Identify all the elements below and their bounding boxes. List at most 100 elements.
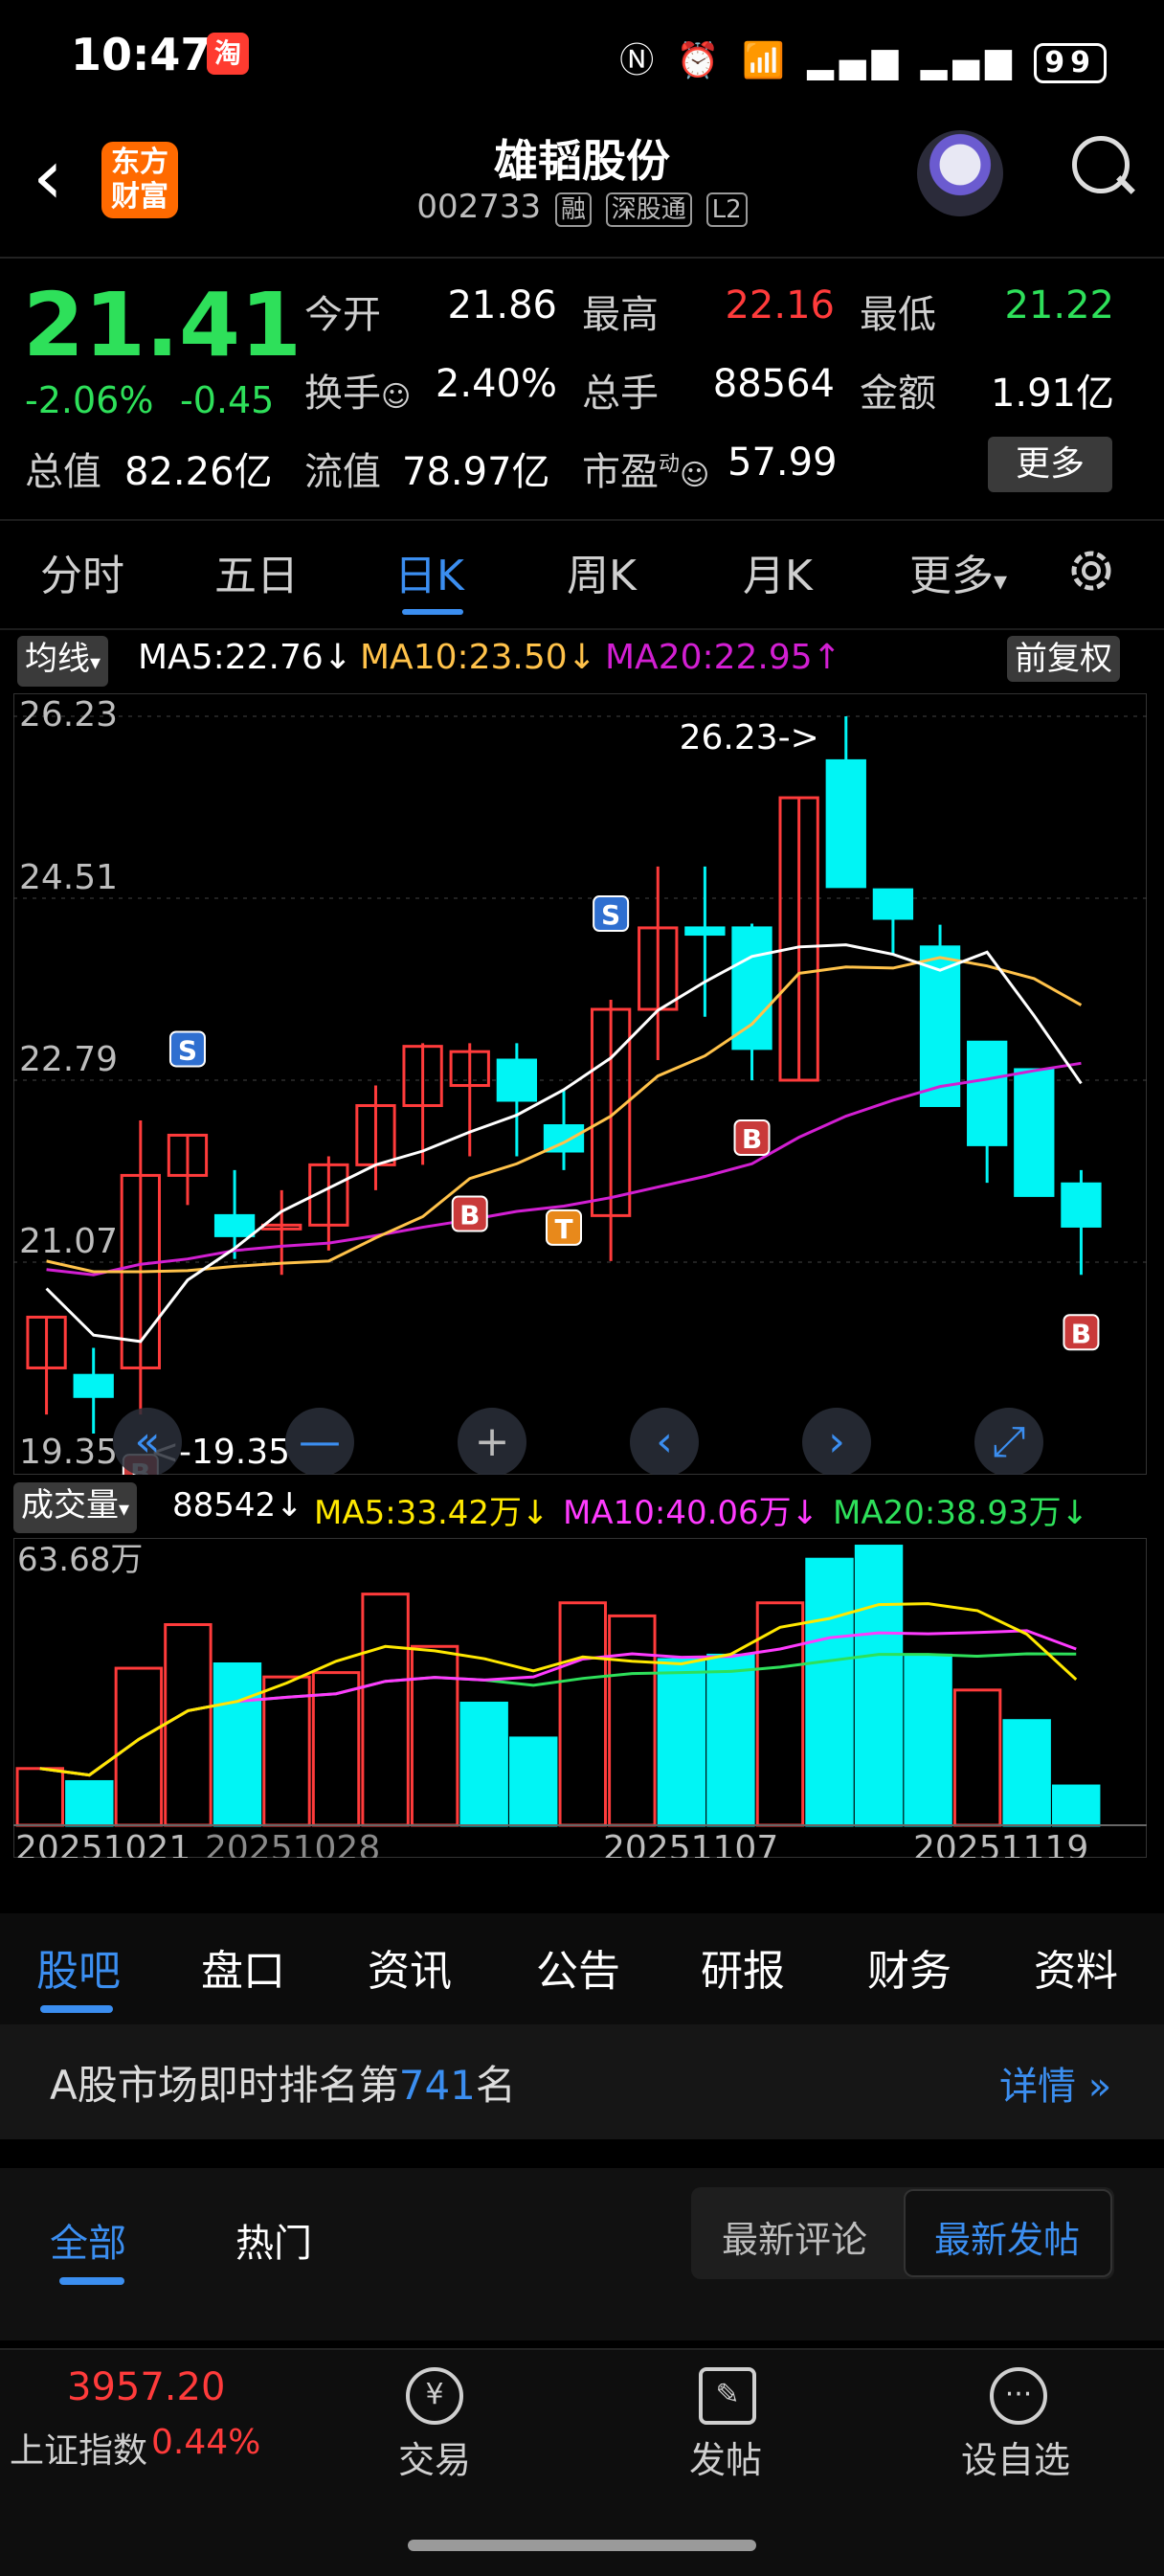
divider: [0, 519, 1164, 521]
tab-research[interactable]: 研报: [701, 1936, 785, 1998]
volume-bar: [608, 1614, 657, 1827]
tab-finance[interactable]: 财务: [867, 1936, 951, 1998]
zoom-out-icon[interactable]: —: [285, 1408, 354, 1475]
pe-label: 市盈动☺: [582, 450, 710, 494]
tab-orderbook[interactable]: 盘口: [201, 1936, 285, 1998]
volume-chart[interactable]: 63.68万 20251021 20251028 20251107 20251119: [13, 1538, 1147, 1858]
tab-intraday[interactable]: 分时: [40, 541, 124, 602]
pe-value: 57.99: [728, 441, 838, 485]
more-dots-icon[interactable]: ···: [990, 2367, 1047, 2425]
tag-l2: L2: [705, 192, 748, 227]
volume-bar: [1052, 1784, 1101, 1827]
candle-body: [731, 926, 772, 1051]
change-amount: -0.45: [180, 379, 275, 421]
tab-announcements[interactable]: 公告: [536, 1936, 620, 1998]
signal-marker-text: B: [1071, 1318, 1091, 1349]
tab-daily-k[interactable]: 日K: [394, 541, 464, 602]
feed-tab-underline: [59, 2277, 124, 2285]
signal-marker: B: [1063, 1314, 1100, 1351]
trade-label[interactable]: 交易: [398, 2430, 471, 2483]
next-icon-glyph: ›: [828, 1417, 845, 1466]
y-axis-label: 22.79: [19, 1040, 118, 1079]
candle-body: [1014, 1068, 1055, 1197]
watchlist-label[interactable]: 设自选: [961, 2430, 1070, 2483]
rank-text: A股市场即时排名第741名: [50, 2062, 516, 2109]
sort-latest-comment[interactable]: 最新评论: [722, 2210, 867, 2263]
volume-current: 88542↓: [172, 1486, 303, 1525]
index-name: 上证指数: [10, 2431, 148, 2471]
high-label: 最高: [582, 293, 659, 337]
volume-selector[interactable]: 成交量▾: [13, 1482, 138, 1533]
tab-more[interactable]: 更多▾: [909, 541, 1007, 602]
ma-selector[interactable]: 均线▾: [17, 636, 109, 687]
vol-ma20-legend: MA20:38.93万↓: [833, 1494, 1089, 1532]
volume-bar: [657, 1658, 706, 1827]
x-axis-label: 20251107: [603, 1829, 778, 1858]
x-axis-label: 20251021: [15, 1829, 190, 1858]
more-button[interactable]: 更多: [988, 437, 1112, 492]
ma5-legend: MA5:22.76↓: [138, 638, 352, 677]
feed-tab-all[interactable]: 全部: [50, 2212, 126, 2268]
alarm-icon: ⏰: [676, 41, 726, 80]
tab-underline: [402, 609, 463, 615]
rank-detail-link[interactable]: 详情 »: [999, 2055, 1111, 2111]
float-label: 流值: [304, 450, 381, 494]
tab-guba[interactable]: 股吧: [36, 1936, 121, 1998]
zoom-in-icon[interactable]: +: [458, 1408, 526, 1475]
y-axis-label: 24.51: [19, 858, 118, 897]
battery-icon: 99: [1034, 43, 1107, 83]
vol-ma10-legend: MA10:40.06万↓: [563, 1494, 819, 1532]
signal-marker: S: [593, 895, 630, 933]
tab-profile[interactable]: 资料: [1034, 1936, 1118, 1998]
signal-marker: B: [733, 1119, 771, 1156]
feed-tab-hot[interactable]: 热门: [235, 2212, 312, 2268]
low-label: 最低: [860, 293, 936, 337]
tab-underline: [40, 2005, 113, 2013]
volume-label: 总手: [582, 372, 659, 416]
volume-bar: [904, 1653, 952, 1827]
volume-bar: [410, 1644, 459, 1827]
low-value: 21.22: [1004, 283, 1114, 328]
candle-body: [684, 926, 726, 937]
candle-body: [213, 1213, 256, 1237]
candle-body: [1061, 1182, 1102, 1228]
candle-body: [73, 1373, 114, 1398]
y-axis-label: 19.35: [19, 1433, 118, 1472]
tab-news[interactable]: 资讯: [368, 1936, 452, 1998]
fullscreen-icon-glyph: ⤢: [992, 1417, 1025, 1466]
volume-bar: [805, 1557, 854, 1827]
next-icon[interactable]: ›: [802, 1408, 871, 1475]
mktcap-label: 总值: [25, 450, 101, 494]
volume-bar: [361, 1593, 410, 1827]
prev-icon[interactable]: ‹: [630, 1408, 699, 1475]
x-axis-label: 20251119: [913, 1829, 1088, 1858]
turnover-value: 2.40%: [435, 362, 557, 406]
post-icon[interactable]: ✎: [699, 2367, 756, 2425]
tab-monthly-k[interactable]: 月K: [743, 541, 813, 602]
index-value[interactable]: 3957.20: [67, 2365, 225, 2409]
post-label[interactable]: 发帖: [689, 2430, 762, 2483]
robot-assistant-icon[interactable]: [917, 130, 1003, 216]
candle-body: [872, 888, 914, 920]
mktcap-value: 82.26亿: [124, 450, 273, 494]
signal-marker: B: [451, 1195, 488, 1232]
first-page-icon[interactable]: «: [113, 1408, 182, 1475]
vol-ma5-legend: MA5:33.42万↓: [314, 1494, 549, 1532]
tab-weekly-k[interactable]: 周K: [567, 541, 637, 602]
max-price-label: 26.23->: [680, 718, 819, 757]
adjust-selector[interactable]: 前复权: [1007, 636, 1120, 682]
trade-icon[interactable]: ¥: [406, 2367, 463, 2425]
sort-latest-post[interactable]: 最新发帖: [934, 2210, 1080, 2263]
tab-five-day[interactable]: 五日: [214, 541, 299, 602]
x-axis-label: 20251028: [205, 1829, 380, 1858]
fullscreen-icon[interactable]: ⤢: [974, 1408, 1043, 1475]
gear-icon[interactable]: [1064, 544, 1118, 598]
signal-marker-text: B: [459, 1200, 480, 1232]
kline-chart[interactable]: 26.2324.5122.7921.0719.35BSBTSBSB26.23->…: [13, 693, 1147, 1475]
volume-bar: [706, 1653, 755, 1827]
home-indicator: [408, 2540, 756, 2551]
volume-bar: [558, 1601, 607, 1827]
volume-bar: [459, 1701, 508, 1827]
tag-connect: 深股通: [605, 192, 692, 227]
volume-bar: [65, 1779, 114, 1827]
